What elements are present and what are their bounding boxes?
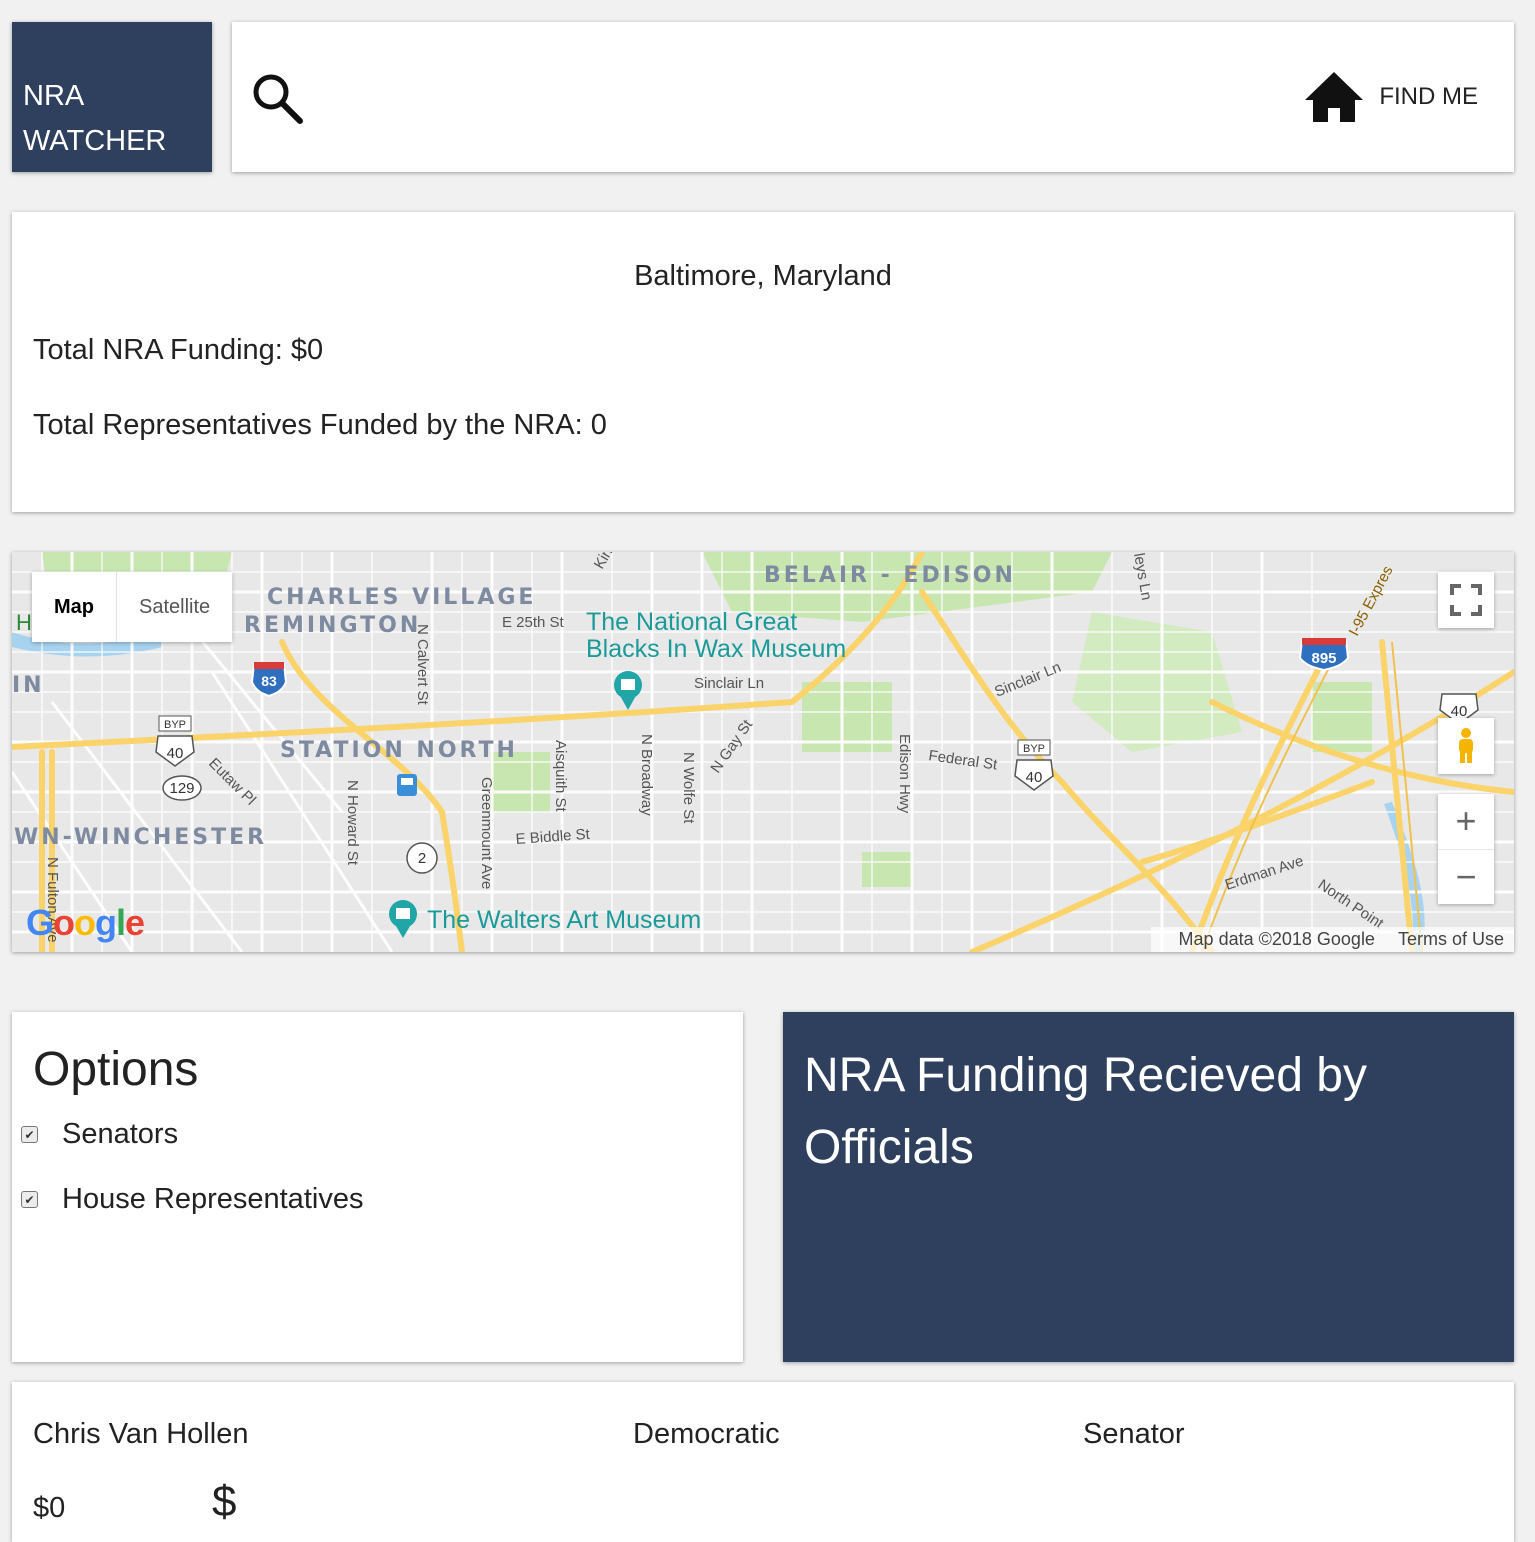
- svg-text:N Calvert St: N Calvert St: [414, 624, 431, 706]
- senators-label: Senators: [62, 1118, 179, 1150]
- map-canvas[interactable]: 83 895 BYP 40 129 2 BYP 40 40 CHARLES VI…: [12, 552, 1514, 952]
- official-funding-amount: $0: [33, 1492, 66, 1524]
- svg-text:IN: IN: [12, 673, 45, 698]
- svg-text:2: 2: [418, 850, 426, 867]
- total-funding: Total NRA Funding: $0: [33, 334, 324, 366]
- svg-text:Aisquith St: Aisquith St: [552, 740, 569, 813]
- svg-text:WN-WINCHESTER: WN-WINCHESTER: [14, 825, 267, 850]
- street-view-button[interactable]: [1438, 718, 1494, 774]
- svg-text:Sinclair Ln: Sinclair Ln: [694, 675, 764, 692]
- house-representatives-checkbox[interactable]: ✔: [21, 1191, 38, 1208]
- options-title: Options: [33, 1043, 199, 1096]
- official-party: Democratic: [633, 1418, 780, 1450]
- zoom-in-button[interactable]: +: [1438, 794, 1494, 850]
- tab-map[interactable]: Map: [32, 572, 117, 642]
- fullscreen-icon: [1450, 584, 1482, 616]
- svg-text:83: 83: [261, 673, 277, 689]
- search-icon[interactable]: [250, 71, 306, 127]
- location-title: Baltimore, Maryland: [634, 260, 892, 292]
- total-representatives: Total Representatives Funded by the NRA:…: [33, 409, 607, 441]
- brand-logo[interactable]: NRA WATCHER: [12, 22, 212, 172]
- brand-line-2: WATCHER: [23, 125, 167, 157]
- svg-text:REMINGTON: REMINGTON: [244, 613, 421, 638]
- svg-text:40: 40: [1026, 769, 1043, 786]
- official-name: Chris Van Hollen: [33, 1418, 249, 1450]
- house-representatives-label: House Representatives: [62, 1183, 364, 1215]
- tab-satellite[interactable]: Satellite: [117, 572, 232, 642]
- transit-icon: [397, 774, 417, 796]
- map-type-toggle: Map Satellite: [32, 572, 233, 642]
- search-bar: FIND ME: [232, 22, 1514, 172]
- dollar-icon: $: [212, 1477, 237, 1526]
- find-me-button[interactable]: FIND ME: [1303, 70, 1478, 124]
- funding-panel: NRA Funding Recieved by Officials: [783, 1012, 1514, 1362]
- map-footer: Map data ©2018 Google Terms of Use: [1150, 927, 1514, 952]
- official-card[interactable]: Chris Van Hollen Democratic Senator $0 $: [12, 1382, 1514, 1542]
- svg-text:129: 129: [169, 780, 194, 797]
- svg-text:N Wolfe St: N Wolfe St: [680, 752, 697, 824]
- svg-text:895: 895: [1311, 650, 1336, 667]
- option-senators[interactable]: ✔ Senators: [21, 1118, 178, 1151]
- map-data-attribution: Map data ©2018 Google: [1178, 929, 1375, 949]
- fullscreen-button[interactable]: [1438, 572, 1494, 628]
- svg-text:BYP: BYP: [1023, 743, 1045, 755]
- minus-icon: −: [1455, 855, 1477, 897]
- zoom-out-button[interactable]: −: [1438, 850, 1494, 905]
- zoom-control: + −: [1438, 794, 1494, 904]
- svg-text:The Walters Art Museum: The Walters Art Museum: [427, 906, 701, 934]
- brand-line-1: NRA: [23, 80, 85, 112]
- svg-text:Edison Hwy: Edison Hwy: [896, 734, 913, 814]
- svg-text:H: H: [16, 610, 32, 635]
- senators-checkbox[interactable]: ✔: [21, 1126, 38, 1143]
- svg-text:40: 40: [167, 745, 184, 762]
- shield-895: 895: [1298, 638, 1350, 672]
- svg-text:The National Great: The National Great: [586, 608, 797, 636]
- funding-title: NRA Funding Recieved by Officials: [804, 1049, 1367, 1174]
- find-me-label: FIND ME: [1379, 83, 1478, 110]
- option-house-representatives[interactable]: ✔ House Representatives: [21, 1183, 363, 1216]
- svg-text:BYP: BYP: [164, 719, 186, 731]
- pegman-icon: [1459, 728, 1473, 763]
- plus-icon: +: [1455, 800, 1477, 842]
- home-icon: [1305, 72, 1364, 122]
- svg-text:N Howard St: N Howard St: [344, 780, 361, 866]
- svg-text:BELAIR - EDISON: BELAIR - EDISON: [764, 563, 1016, 588]
- shield-83: 83: [250, 662, 288, 698]
- svg-text:Blacks In Wax Museum: Blacks In Wax Museum: [586, 635, 846, 663]
- svg-text:E 25th St: E 25th St: [502, 614, 565, 631]
- svg-text:N Broadway: N Broadway: [638, 734, 655, 816]
- svg-text:Greenmount Ave: Greenmount Ave: [478, 777, 495, 889]
- location-summary: Baltimore, Maryland Total NRA Funding: $…: [12, 212, 1514, 512]
- svg-text:CHARLES VILLAGE: CHARLES VILLAGE: [267, 585, 536, 610]
- map[interactable]: 83 895 BYP 40 129 2 BYP 40 40 CHARLES VI…: [12, 552, 1514, 952]
- terms-of-use-link[interactable]: Terms of Use: [1398, 929, 1504, 949]
- svg-text:STATION NORTH: STATION NORTH: [280, 738, 518, 763]
- search-input[interactable]: [322, 72, 1226, 124]
- google-logo: Google: [26, 902, 145, 943]
- official-role: Senator: [1083, 1418, 1185, 1450]
